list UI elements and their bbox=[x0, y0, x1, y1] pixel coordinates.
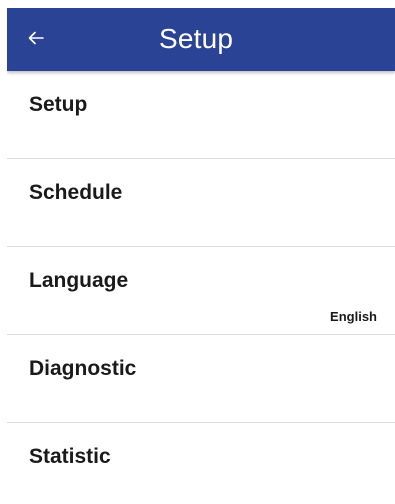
menu-item-setup[interactable]: Setup bbox=[7, 71, 395, 159]
menu-item-label: Statistic bbox=[29, 445, 111, 468]
back-button[interactable] bbox=[21, 23, 51, 53]
settings-list: Setup Schedule Language English Diagnost… bbox=[7, 71, 395, 504]
menu-item-schedule[interactable]: Schedule bbox=[7, 159, 395, 247]
page-title: Setup bbox=[159, 23, 234, 54]
menu-item-label: Diagnostic bbox=[29, 357, 137, 380]
app-bar: Setup bbox=[7, 8, 395, 71]
language-value: English bbox=[330, 309, 377, 324]
menu-item-language[interactable]: Language English bbox=[7, 247, 395, 335]
menu-item-diagnostic[interactable]: Diagnostic bbox=[7, 335, 395, 423]
menu-item-label: Language bbox=[29, 269, 129, 292]
arrow-left-icon bbox=[27, 29, 45, 47]
menu-item-statistic[interactable]: Statistic bbox=[7, 423, 395, 504]
menu-item-label: Schedule bbox=[29, 181, 123, 204]
menu-item-label: Setup bbox=[29, 93, 88, 116]
setup-screen: Setup Setup Schedule Language English Di… bbox=[7, 8, 395, 504]
